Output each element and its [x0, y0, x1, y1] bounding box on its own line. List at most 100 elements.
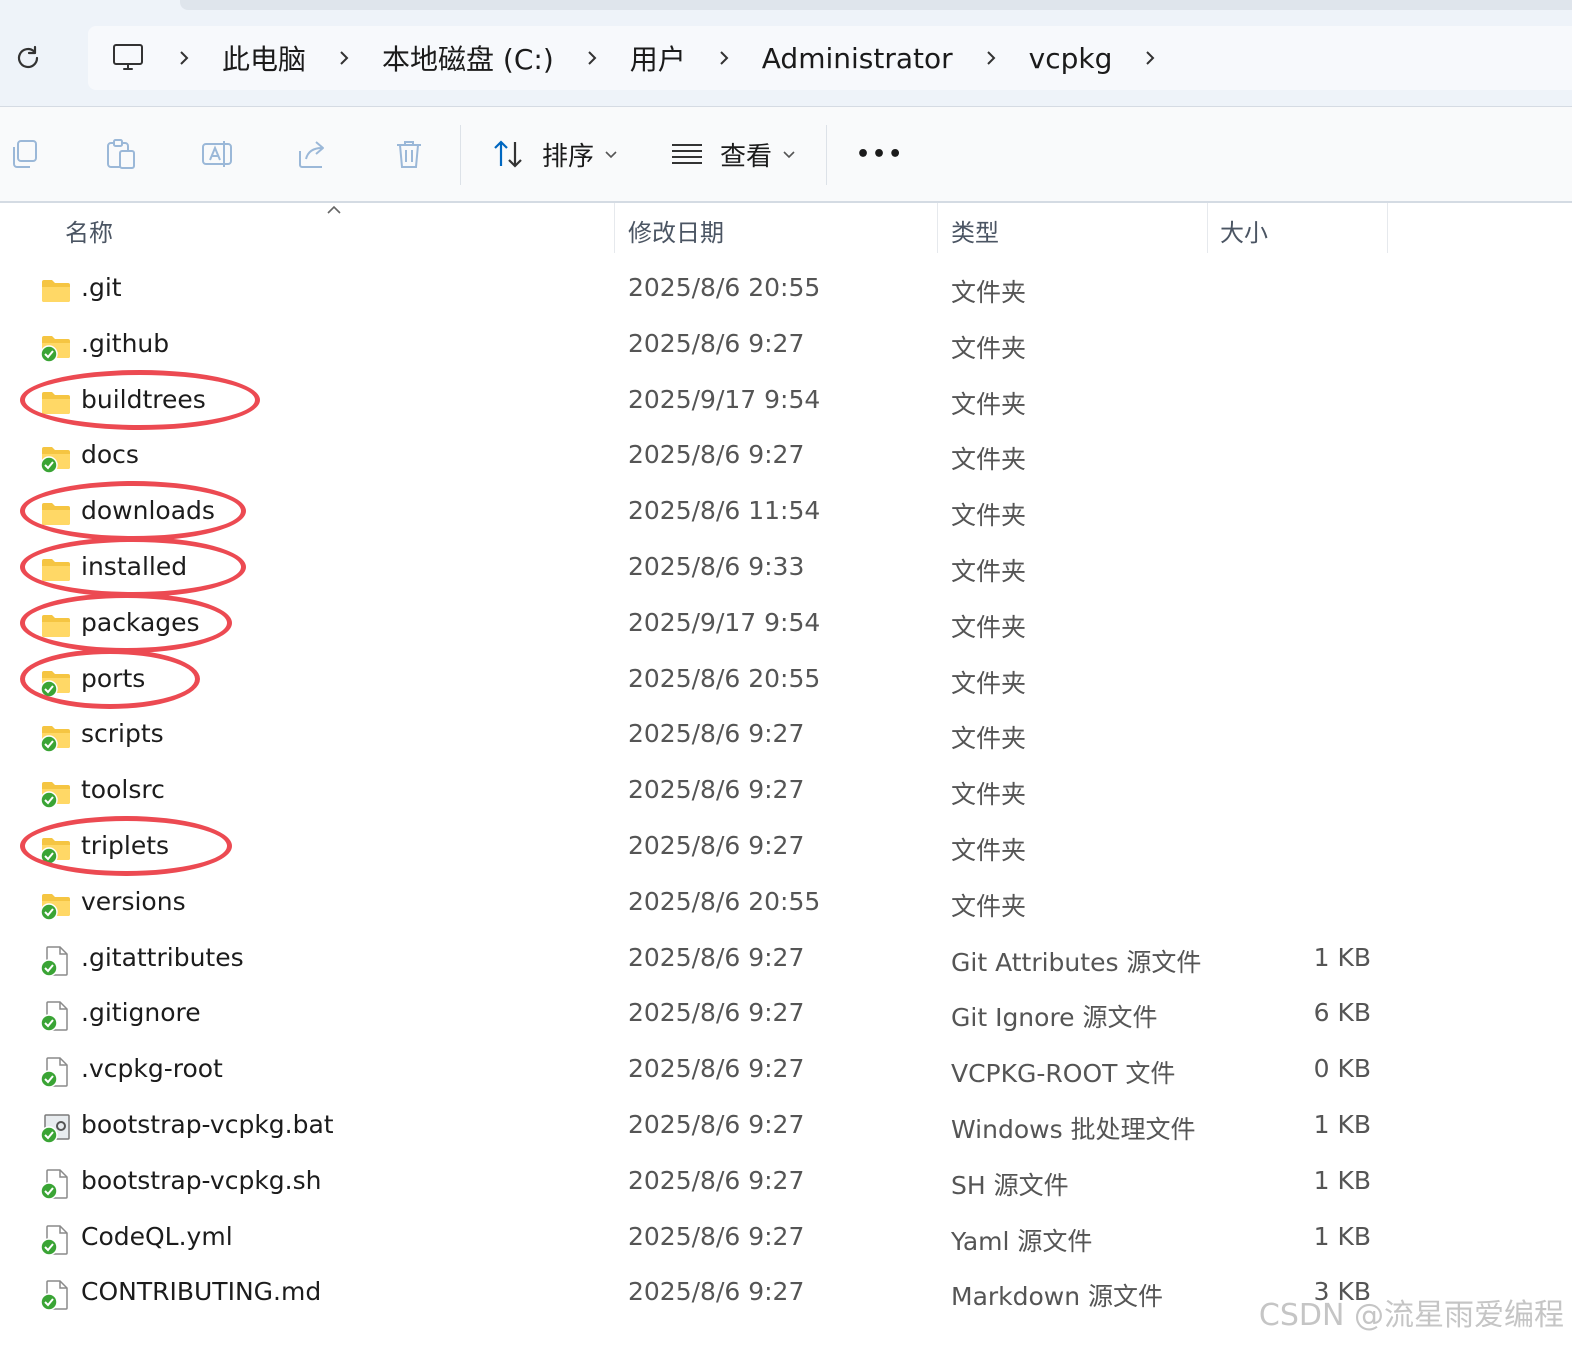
file-name: triplets: [81, 831, 170, 860]
breadcrumb-item-administrator[interactable]: Administrator: [762, 42, 953, 75]
file-name: .github: [81, 328, 170, 358]
breadcrumb-item-vcpkg[interactable]: vcpkg: [1029, 42, 1113, 75]
delete-button[interactable]: [392, 137, 426, 171]
file-row[interactable]: .gitattributes 2025/8/6 9:27 Git Attribute…: [0, 932, 1572, 988]
column-divider[interactable]: [937, 203, 938, 253]
file-modified-date: 2025/8/6 20:55: [628, 273, 821, 302]
file-row[interactable]: scripts 2025/8/6 9:27 文件夹: [0, 708, 1572, 764]
folder-synced-icon: [40, 666, 72, 698]
toolbar-divider: [460, 125, 461, 185]
view-list-icon: [672, 144, 702, 164]
column-header-size[interactable]: 大小: [1220, 213, 1268, 248]
view-label: 查看: [720, 141, 773, 172]
file-type: 文件夹: [951, 836, 1027, 865]
breadcrumb-item-this-pc[interactable]: 此电脑: [222, 38, 306, 78]
breadcrumb-item-local-disk[interactable]: 本地磁盘 (C:): [382, 38, 554, 78]
tab-strip: [180, 0, 1572, 10]
chevron-right-icon[interactable]: [172, 46, 196, 70]
file-size: 0 KB: [1313, 1054, 1371, 1084]
file-row[interactable]: bootstrap-vcpkg.bat 2025/8/6 9:27 Windows …: [0, 1099, 1572, 1155]
file-row[interactable]: .gitignore 2025/8/6 9:27 Git Ignore 源文件 6 K…: [0, 987, 1572, 1043]
folder-icon: [40, 610, 72, 642]
breadcrumb: 此电脑 本地磁盘 (C:) 用户 Administrator vcpkg: [110, 26, 1188, 90]
file-row[interactable]: packages 2025/9/17 9:54 文件夹: [0, 597, 1572, 653]
folder-synced-icon: [40, 833, 72, 865]
rename-button[interactable]: [200, 137, 234, 171]
file-row[interactable]: downloads 2025/8/6 11:54 文件夹: [0, 485, 1572, 541]
folder-synced-icon: [40, 442, 72, 475]
file-name: installed: [81, 552, 188, 581]
file-name: scripts: [81, 719, 164, 749]
file-type: Yaml 源文件: [951, 1226, 1093, 1256]
file-row[interactable]: .git 2025/8/6 20:55 文件夹: [0, 262, 1572, 318]
file-row[interactable]: installed 2025/8/6 9:33 文件夹: [0, 541, 1572, 597]
column-header-type[interactable]: 类型: [951, 213, 999, 248]
file-size: 6 KB: [1313, 998, 1371, 1028]
file-size: 1 KB: [1313, 1110, 1371, 1139]
file-type: 文件夹: [951, 780, 1027, 810]
folder-icon: [40, 554, 72, 586]
file-type: 文件夹: [951, 333, 1027, 363]
column-divider[interactable]: [1207, 203, 1208, 253]
more-options-button[interactable]: •••: [856, 131, 904, 177]
file-synced-icon: [40, 1279, 72, 1312]
folder-icon: [40, 275, 72, 307]
file-name: docs: [81, 440, 139, 470]
file-modified-date: 2025/8/6 9:27: [628, 1054, 805, 1084]
sort-label: 排序: [542, 141, 595, 172]
chevron-right-icon[interactable]: [1138, 46, 1162, 70]
breadcrumb-item-users[interactable]: 用户: [630, 38, 686, 78]
file-row[interactable]: versions 2025/8/6 20:55 文件夹: [0, 876, 1572, 932]
file-row[interactable]: buildtrees 2025/9/17 9:54 文件夹: [0, 374, 1572, 430]
file-name: ports: [81, 663, 146, 693]
file-row[interactable]: docs 2025/8/6 9:27 文件夹: [0, 429, 1572, 485]
file-row[interactable]: .vcpkg-root 2025/8/6 9:27 VCPKG-ROOT 文件 0 K…: [0, 1043, 1572, 1099]
file-type: Git Attributes 源文件: [951, 947, 1202, 977]
share-button[interactable]: [296, 137, 330, 171]
file-modified-date: 2025/8/6 9:27: [628, 831, 805, 860]
file-row[interactable]: toolsrc 2025/8/6 9:27 文件夹: [0, 764, 1572, 820]
file-modified-date: 2025/8/6 11:54: [628, 496, 821, 526]
file-synced-icon: [40, 1224, 72, 1256]
folder-icon: [40, 387, 72, 419]
file-name: .git: [81, 273, 122, 302]
folder-synced-icon: [40, 331, 72, 363]
column-header-modified[interactable]: 修改日期: [628, 213, 724, 248]
column-header-name[interactable]: 名称: [65, 213, 113, 248]
file-modified-date: 2025/8/6 9:27: [628, 775, 805, 805]
file-row[interactable]: .github 2025/8/6 9:27 文件夹: [0, 318, 1572, 374]
sort-button[interactable]: 排序: [492, 131, 618, 177]
file-size: 1 KB: [1313, 1165, 1371, 1195]
file-name: bootstrap-vcpkg.bat: [81, 1110, 334, 1139]
file-name: buildtrees: [81, 384, 206, 414]
refresh-button[interactable]: [8, 38, 48, 78]
chevron-right-icon[interactable]: [332, 46, 356, 70]
file-name: toolsrc: [81, 775, 165, 805]
file-name: packages: [81, 607, 200, 637]
file-modified-date: 2025/9/17 9:54: [628, 384, 821, 414]
column-divider[interactable]: [1387, 203, 1388, 253]
file-type: 文件夹: [951, 668, 1027, 698]
file-row[interactable]: triplets 2025/8/6 9:27 文件夹: [0, 820, 1572, 876]
chevron-right-icon[interactable]: [712, 46, 736, 70]
file-type: Git Ignore 源文件: [951, 1003, 1158, 1033]
file-name: .vcpkg-root: [81, 1054, 223, 1084]
paste-button[interactable]: [104, 137, 138, 171]
chevron-down-icon: [783, 151, 795, 159]
chevron-right-icon[interactable]: [979, 46, 1003, 70]
column-divider[interactable]: [614, 203, 615, 253]
file-row[interactable]: bootstrap-vcpkg.sh 2025/8/6 9:27 SH 源文件 1 K…: [0, 1155, 1572, 1211]
file-type: Windows 批处理文件: [951, 1115, 1196, 1144]
view-button[interactable]: 查看: [670, 131, 796, 177]
sort-icon: [494, 140, 522, 168]
this-pc-icon[interactable]: [110, 42, 146, 74]
folder-synced-icon: [40, 721, 72, 754]
file-row[interactable]: CodeQL.yml 2025/8/6 9:27 Yaml 源文件 1 KB: [0, 1211, 1572, 1267]
copy-button[interactable]: [8, 137, 42, 171]
file-type: 文件夹: [951, 445, 1027, 475]
file-type: 文件夹: [951, 612, 1027, 642]
file-row[interactable]: ports 2025/8/6 20:55 文件夹: [0, 653, 1572, 709]
file-type: 文件夹: [951, 557, 1027, 586]
chevron-right-icon[interactable]: [580, 46, 604, 70]
file-type: VCPKG-ROOT 文件: [951, 1059, 1176, 1089]
